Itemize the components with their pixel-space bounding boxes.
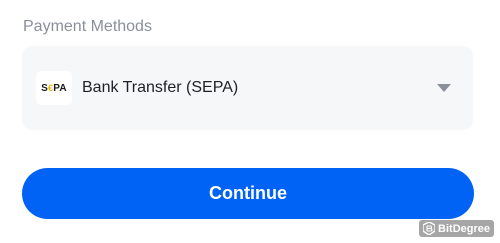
selected-payment-method-label: Bank Transfer (SEPA): [82, 79, 239, 96]
payment-method-select[interactable]: S € PA Bank Transfer (SEPA): [22, 46, 473, 130]
bitdegree-watermark: BitDegree: [419, 220, 494, 237]
sepa-logo-text-left: S: [41, 82, 49, 94]
sepa-logo-text-right: PA: [53, 82, 67, 94]
bitdegree-logo-icon: [423, 222, 436, 235]
payment-methods-label: Payment Methods: [23, 18, 152, 35]
watermark-text: BitDegree: [438, 222, 490, 235]
continue-button[interactable]: Continue: [22, 168, 474, 219]
chevron-down-icon[interactable]: [437, 84, 451, 92]
sepa-logo-icon: S € PA: [36, 71, 72, 105]
